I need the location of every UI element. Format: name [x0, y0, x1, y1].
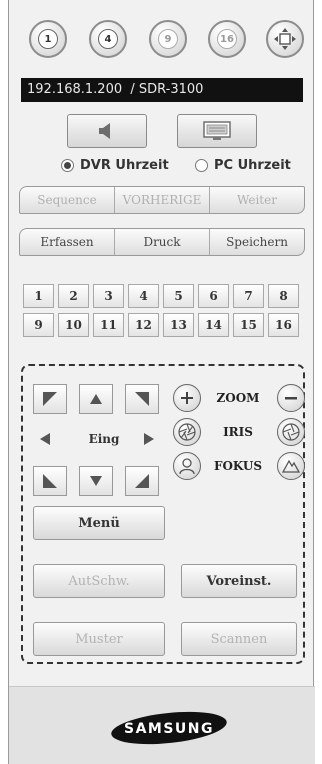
split-1-button[interactable]: 1 [29, 20, 67, 58]
enter-label[interactable]: Eing [65, 417, 143, 461]
split-layout-bar: 1 4 9 16 [9, 20, 315, 64]
ptz-control-area: Eing ZOOM IRIS FOKUS Menü AutSchw. Vorei… [21, 364, 305, 664]
channel-button[interactable]: 7 [233, 284, 264, 308]
previous-button[interactable]: VORHERIGE [115, 187, 210, 213]
split-9-button[interactable]: 9 [149, 20, 187, 58]
pan-up-left-button[interactable] [33, 384, 67, 414]
svg-text:SAMSUNG: SAMSUNG [124, 721, 214, 737]
pattern-button[interactable]: Muster [33, 622, 165, 656]
channel-button[interactable]: 9 [23, 313, 54, 337]
channel-button[interactable]: 10 [58, 313, 89, 337]
channel-button[interactable]: 12 [128, 313, 159, 337]
focus-near-button[interactable] [173, 452, 201, 480]
dvr-time-radio[interactable]: DVR Uhrzeit [61, 158, 169, 173]
split-4-label: 4 [98, 29, 118, 49]
focus-label: FOKUS [213, 459, 263, 473]
split-4-button[interactable]: 4 [89, 20, 127, 58]
channel-button[interactable]: 2 [58, 284, 89, 308]
arrow-down-right-icon [135, 474, 149, 488]
focus-control: FOKUS [173, 452, 313, 482]
channel-button[interactable]: 14 [198, 313, 229, 337]
pan-down-right-button[interactable] [125, 466, 159, 496]
plus-icon [181, 392, 193, 404]
dvr-radio-dot [61, 159, 74, 172]
pc-time-label: PC Uhrzeit [214, 158, 291, 173]
display-button[interactable] [177, 114, 257, 148]
arrow-up-icon [90, 394, 102, 404]
arrow-right-icon [144, 433, 154, 445]
print-button[interactable]: Druck [115, 229, 210, 255]
channel-button[interactable]: 1 [23, 284, 54, 308]
time-source-group: DVR Uhrzeit PC Uhrzeit [9, 158, 315, 178]
sequence-nav-bar: Sequence VORHERIGE Weiter [19, 186, 305, 214]
capture-button[interactable]: Erfassen [20, 229, 115, 255]
aperture-icon [178, 423, 196, 441]
channel-button[interactable]: 4 [128, 284, 159, 308]
tilt-up-button[interactable] [79, 384, 113, 414]
pan-up-right-button[interactable] [125, 384, 159, 414]
pan-down-left-button[interactable] [33, 466, 67, 496]
iris-label: IRIS [223, 425, 253, 439]
pan-right-button[interactable] [143, 431, 155, 450]
person-icon [179, 458, 195, 475]
channel-button[interactable]: 5 [163, 284, 194, 308]
arrow-left-icon [40, 433, 50, 445]
preset-button[interactable]: Voreinst. [181, 564, 297, 598]
channel-button[interactable]: 8 [268, 284, 299, 308]
channel-grid: 1 2 3 4 5 6 7 8 9 10 11 12 13 14 15 16 [23, 284, 307, 337]
zoom-in-button[interactable] [173, 384, 201, 412]
pc-time-radio[interactable]: PC Uhrzeit [195, 158, 291, 173]
zoom-control: ZOOM [173, 384, 313, 414]
channel-button[interactable]: 3 [93, 284, 124, 308]
channel-button[interactable]: 15 [233, 313, 264, 337]
split-16-label: 16 [217, 29, 237, 49]
zoom-label: ZOOM [216, 391, 260, 405]
fullscreen-button[interactable] [266, 20, 304, 58]
mountain-icon [282, 459, 300, 473]
channel-button[interactable]: 11 [93, 313, 124, 337]
footer: SAMSUNG [9, 686, 315, 764]
pc-radio-dot [195, 159, 208, 172]
iris-open-button[interactable] [277, 418, 305, 446]
capture-toolbar: Erfassen Druck Speichern [19, 228, 305, 256]
dvr-time-label: DVR Uhrzeit [80, 158, 169, 173]
next-button[interactable]: Weiter [210, 187, 304, 213]
address-bar: 192.168.1.200 / SDR-3100 [21, 78, 303, 102]
arrow-down-icon [90, 476, 102, 486]
channel-button[interactable]: 16 [268, 313, 299, 337]
save-button[interactable]: Speichern [210, 229, 304, 255]
samsung-logo: SAMSUNG [111, 711, 227, 745]
four-arrows-icon [274, 28, 296, 50]
iris-close-button[interactable] [173, 418, 201, 446]
split-16-button[interactable]: 16 [208, 20, 246, 58]
zoom-out-button[interactable] [277, 384, 305, 412]
menu-button[interactable]: Menü [33, 506, 165, 540]
control-panel: 1 4 9 16 192.168.1.200 / SDR-3100 DVR Uh… [8, 0, 315, 764]
arrow-up-right-icon [135, 392, 149, 406]
audio-button[interactable] [67, 114, 147, 148]
split-1-label: 1 [38, 29, 58, 49]
split-9-label: 9 [158, 29, 178, 49]
arrow-down-left-icon [43, 474, 57, 488]
channel-button[interactable]: 6 [198, 284, 229, 308]
aperture-icon [282, 423, 300, 441]
minus-icon [285, 397, 297, 400]
focus-far-button[interactable] [277, 452, 305, 480]
autoswing-button[interactable]: AutSchw. [33, 564, 165, 598]
speaker-icon [99, 123, 110, 139]
pan-left-button[interactable] [39, 431, 51, 450]
sequence-button[interactable]: Sequence [20, 187, 115, 213]
monitor-icon [203, 121, 231, 140]
arrow-up-left-icon [43, 392, 57, 406]
iris-control: IRIS [173, 418, 313, 448]
direction-pad: Eing [33, 384, 159, 496]
tilt-down-button[interactable] [79, 466, 113, 496]
scan-button[interactable]: Scannen [181, 622, 297, 656]
channel-button[interactable]: 13 [163, 313, 194, 337]
